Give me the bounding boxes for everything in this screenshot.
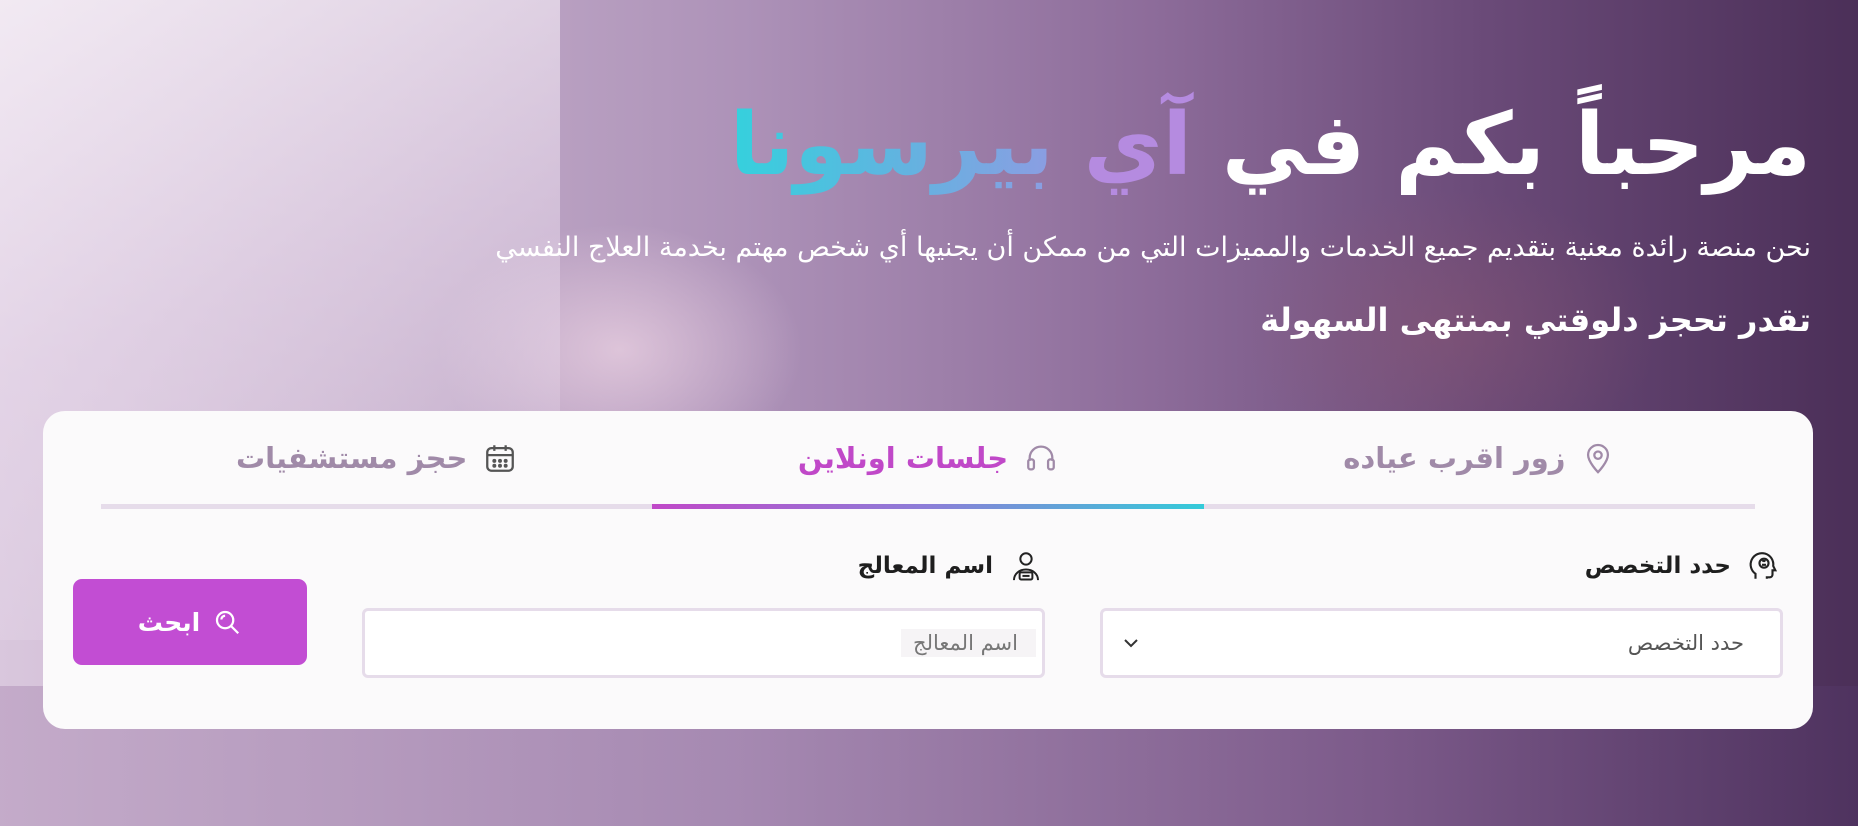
specialty-label-text: حدد التخصص [1584,553,1731,579]
therapist-name-input[interactable]: اسم المعالج [362,608,1045,678]
booking-tabs: زور اقرب عياده جلسات اونلاين حجز مستشفيا… [101,411,1755,509]
tab-nearest-clinic-label: زور اقرب عياده [1343,440,1566,475]
hero-title-prefix: مرحباً بكم في [1221,95,1811,195]
search-button[interactable]: ابحث [73,579,307,665]
therapist-icon [1012,552,1040,581]
specialty-field-group: حدد التخصص حدد التخصص [1100,546,1783,678]
headphones-icon [1027,445,1056,470]
search-button-label: ابحث [137,607,201,637]
hero-section: مرحباً بكم في آي بيرسونا نحن منصة رائدة … [311,90,1811,340]
brand-name-part1: آي [1083,95,1192,195]
brand-name-part2: بيرسونا [729,95,1054,195]
specialty-select[interactable]: حدد التخصص [1100,608,1783,678]
brain-head-icon [1749,552,1778,579]
therapist-name-placeholder: اسم المعالج [901,629,1036,657]
therapist-label-text: اسم المعالج [857,553,993,579]
chevron-down-icon [1124,639,1138,648]
booking-card: زور اقرب عياده جلسات اونلاين حجز مستشفيا… [43,411,1813,729]
tab-online-sessions-label: جلسات اونلاين [797,440,1009,475]
specialty-select-value: حدد التخصص [1627,631,1744,655]
calendar-icon [486,444,515,472]
hero-tagline: تقدر تحجز دلوقتي بمنتهى السهولة [1260,301,1811,339]
therapist-label: اسم المعالج [362,546,1045,586]
tab-hospital-booking-label: حجز مستشفيات [235,440,468,475]
tab-hospital-booking[interactable]: حجز مستشفيات [101,411,652,504]
hero-subtitle: نحن منصة رائدة معنية بتقديم جميع الخدمات… [495,232,1811,263]
specialty-label: حدد التخصص [1100,546,1783,586]
location-pin-icon [1587,443,1610,474]
hero-title: مرحباً بكم في آي بيرسونا [311,90,1811,200]
tab-online-sessions[interactable]: جلسات اونلاين [652,411,1205,509]
tab-nearest-clinic[interactable]: زور اقرب عياده [1204,411,1755,504]
therapist-field-group: اسم المعالج اسم المعالج [362,546,1045,678]
search-icon [216,610,240,635]
